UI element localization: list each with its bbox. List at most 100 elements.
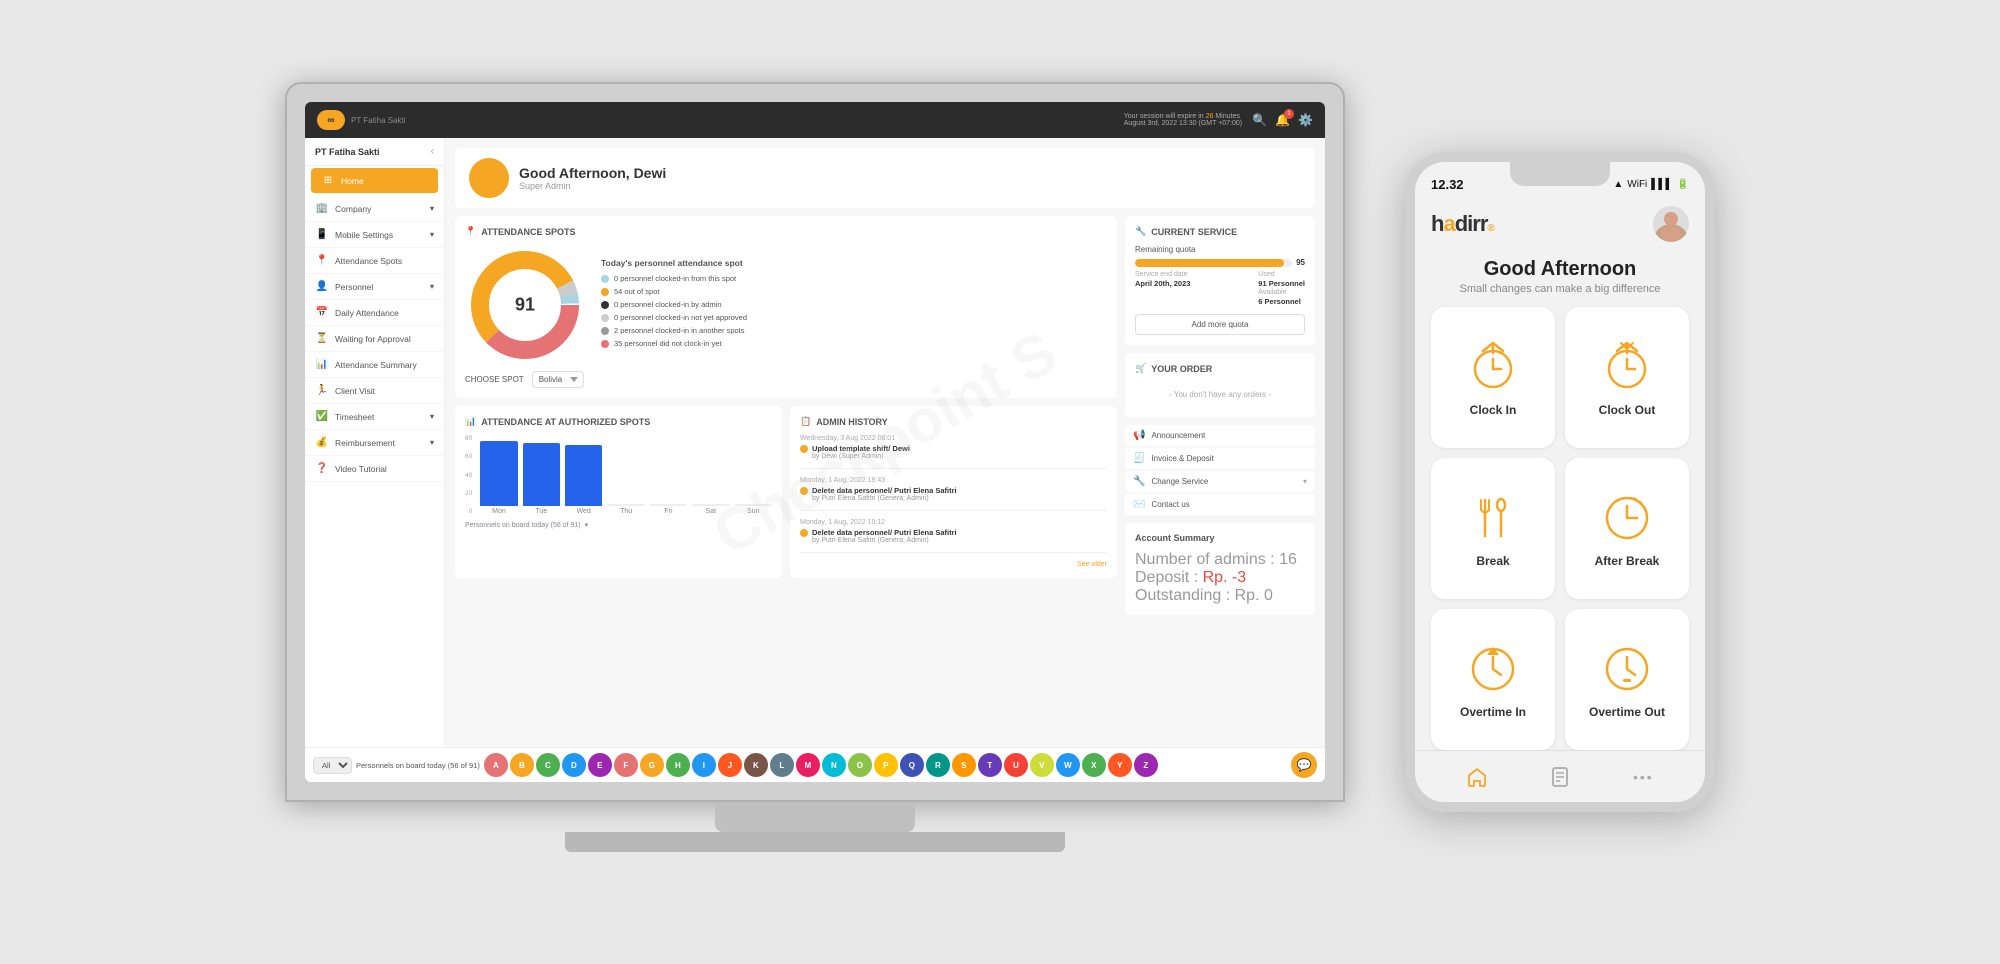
contact-icon: ✉️: [1133, 499, 1145, 510]
sidebar-item-personnel[interactable]: 👤 Personnel ▾: [305, 274, 444, 300]
bar-label-fri: Fri: [664, 508, 672, 515]
sidebar-label-daily-attendance: Daily Attendance: [335, 308, 399, 318]
legend-dot-2: [601, 288, 609, 296]
phone-nav-more[interactable]: •••: [1625, 759, 1661, 795]
current-service-card: 🔧 CURRENT SERVICE Remaining quota 95: [1125, 216, 1315, 345]
phone-action-overtime-in[interactable]: Overtime In: [1431, 609, 1555, 750]
phone-action-after-break[interactable]: After Break: [1565, 458, 1689, 599]
phone-action-clock-out[interactable]: Clock Out: [1565, 307, 1689, 448]
mini-avatar: T: [978, 753, 1002, 777]
your-order-title: 🛒 YOUR ORDER: [1135, 363, 1305, 374]
settings-icon[interactable]: ⚙️: [1298, 113, 1313, 127]
sidebar-item-waiting-approval[interactable]: ⏳ Waiting for Approval: [305, 326, 444, 352]
chevron-down-icon-2: ▾: [430, 230, 434, 239]
quota-bar-fill: [1135, 259, 1284, 267]
sidebar-item-attendance-spots[interactable]: 📍 Attendance Spots: [305, 248, 444, 274]
invoice-label: Invoice & Deposit: [1151, 454, 1213, 463]
sidebar-item-home[interactable]: ⊞ Home: [311, 168, 438, 194]
right-link-announcement[interactable]: 📢 Announcement: [1125, 425, 1315, 446]
bar-label-sat: Sat: [706, 508, 717, 515]
outstanding-val: Rp. 0: [1235, 587, 1273, 604]
clock-out-label: Clock Out: [1599, 403, 1656, 417]
spot-dropdown[interactable]: Bolivia: [532, 371, 584, 388]
quota-used: Used 91 Personnel Available 6 Personnel: [1258, 271, 1305, 306]
laptop-device: ∞ PT Fatiha Sakti Your session will expi…: [285, 82, 1345, 902]
phone-greeting: Good Afternoon Small changes can make a …: [1415, 250, 1705, 307]
mobile-settings-icon: 📱: [315, 229, 329, 240]
history-text-1: Upload template shift/ Dewi: [812, 444, 910, 453]
app-logo: ∞ PT Fatiha Sakti: [317, 110, 406, 130]
registered-mark: ®: [1487, 223, 1493, 234]
after-break-label: After Break: [1595, 554, 1660, 568]
bar-tue: Tue: [523, 443, 560, 515]
deposit-row: Deposit : Rp. -3: [1135, 569, 1305, 587]
phone-user-avatar: [1653, 206, 1689, 242]
all-dropdown[interactable]: All: [313, 757, 352, 774]
search-icon[interactable]: 🔍: [1252, 113, 1267, 127]
phone-nav-document[interactable]: [1542, 759, 1578, 795]
announcement-icon: 📢: [1133, 430, 1145, 441]
legend-item-3: 0 personnel clocked-in by admin: [601, 300, 1107, 309]
personnel-count: Personnels on board today (56 of 91): [356, 761, 480, 770]
sidebar-item-reimbursement[interactable]: 💰 Reimbursement ▾: [305, 430, 444, 456]
sidebar-label-timesheet: Timesheet: [335, 412, 374, 422]
donut-chart: 91: [465, 245, 585, 365]
daily-attendance-icon: 📅: [315, 307, 329, 318]
history-by-3: by Putri Elena Safitri (Genera; Admin): [812, 537, 957, 544]
mini-avatar: P: [874, 753, 898, 777]
overtime-in-label: Overtime In: [1460, 705, 1526, 719]
sidebar-label-video-tutorial: Video Tutorial: [335, 464, 387, 474]
add-quota-button[interactable]: Add more quota: [1135, 314, 1305, 335]
phone-action-clock-in[interactable]: Clock In: [1431, 307, 1555, 448]
phone-action-break[interactable]: Break: [1431, 458, 1555, 599]
sidebar-item-timesheet[interactable]: ✅ Timesheet ▾: [305, 404, 444, 430]
right-link-invoice[interactable]: 🧾 Invoice & Deposit: [1125, 448, 1315, 469]
history-date-3: Monday, 1 Aug, 2022 19:12: [800, 519, 1107, 526]
sidebar-toggle[interactable]: ‹: [431, 146, 434, 157]
history-item-3: Monday, 1 Aug, 2022 19:12 Delete data pe…: [800, 519, 1107, 553]
mini-avatar: Z: [1134, 753, 1158, 777]
sidebar-item-attendance-summary[interactable]: 📊 Attendance Summary: [305, 352, 444, 378]
chevron-down-personnel: ▾: [585, 521, 589, 529]
bell-icon[interactable]: 🔔 1: [1275, 113, 1290, 127]
bar-fill-sat: [692, 504, 729, 506]
see-older-link[interactable]: See older: [800, 561, 1107, 568]
service-icon: 🔧: [1135, 226, 1146, 237]
history-dot-1: [800, 445, 808, 453]
laptop-base: [565, 832, 1065, 852]
sidebar-label-attendance-summary: Attendance Summary: [335, 360, 417, 370]
notification-badge: 1: [1284, 109, 1294, 119]
sidebar-item-daily-attendance[interactable]: 📅 Daily Attendance: [305, 300, 444, 326]
donut-center-value: 91: [515, 295, 535, 316]
sidebar-item-video-tutorial[interactable]: ❓ Video Tutorial: [305, 456, 444, 482]
sidebar-item-mobile-settings[interactable]: 📱 Mobile Settings ▾: [305, 222, 444, 248]
current-service-title: 🔧 CURRENT SERVICE: [1135, 226, 1305, 237]
right-link-contact[interactable]: ✉️ Contact us: [1125, 494, 1315, 515]
bar-chart-title: 📊 ATTENDANCE AT AUTHORIZED SPOTS: [465, 416, 772, 427]
bar-fill-thu: [607, 504, 644, 506]
no-order-text: - You don't have any orders -: [1135, 382, 1305, 407]
sidebar-item-company[interactable]: 🏢 Company ▾: [305, 196, 444, 222]
right-link-change-service[interactable]: 🔧 Change Service ▾: [1125, 471, 1315, 492]
signal-icon: ▌▌▌: [1651, 179, 1672, 190]
battery-icon: 🔋: [1677, 179, 1689, 190]
personnel-footer[interactable]: Personnels on board today (56 of 91) ▾: [465, 521, 772, 529]
sidebar-label-attendance-spots: Attendance Spots: [335, 256, 402, 266]
phone-action-overtime-out[interactable]: Overtime Out: [1565, 609, 1689, 750]
logo-company: PT Fatiha Sakti: [351, 116, 406, 125]
attendance-legend: Today's personnel attendance spot 0 pers…: [601, 258, 1107, 352]
sidebar-item-client-visit[interactable]: 🏃 Client Visit: [305, 378, 444, 404]
phone-nav-home[interactable]: [1459, 759, 1495, 795]
history-icon: 📋: [800, 416, 811, 427]
bar-wed: Wed: [565, 445, 602, 515]
chat-fab[interactable]: 💬: [1291, 752, 1317, 778]
mini-avatar: M: [796, 753, 820, 777]
user-strip: All Personnels on board today (56 of 91)…: [305, 747, 1325, 782]
company-icon: 🏢: [315, 203, 329, 214]
mini-avatar: G: [640, 753, 664, 777]
more-dots: •••: [1633, 769, 1654, 785]
greeting-salutation: Good Afternoon, Dewi: [519, 165, 666, 181]
bar-label-tue: Tue: [535, 508, 547, 515]
admins-val: 16: [1279, 551, 1297, 568]
sidebar-label-client-visit: Client Visit: [335, 386, 375, 396]
